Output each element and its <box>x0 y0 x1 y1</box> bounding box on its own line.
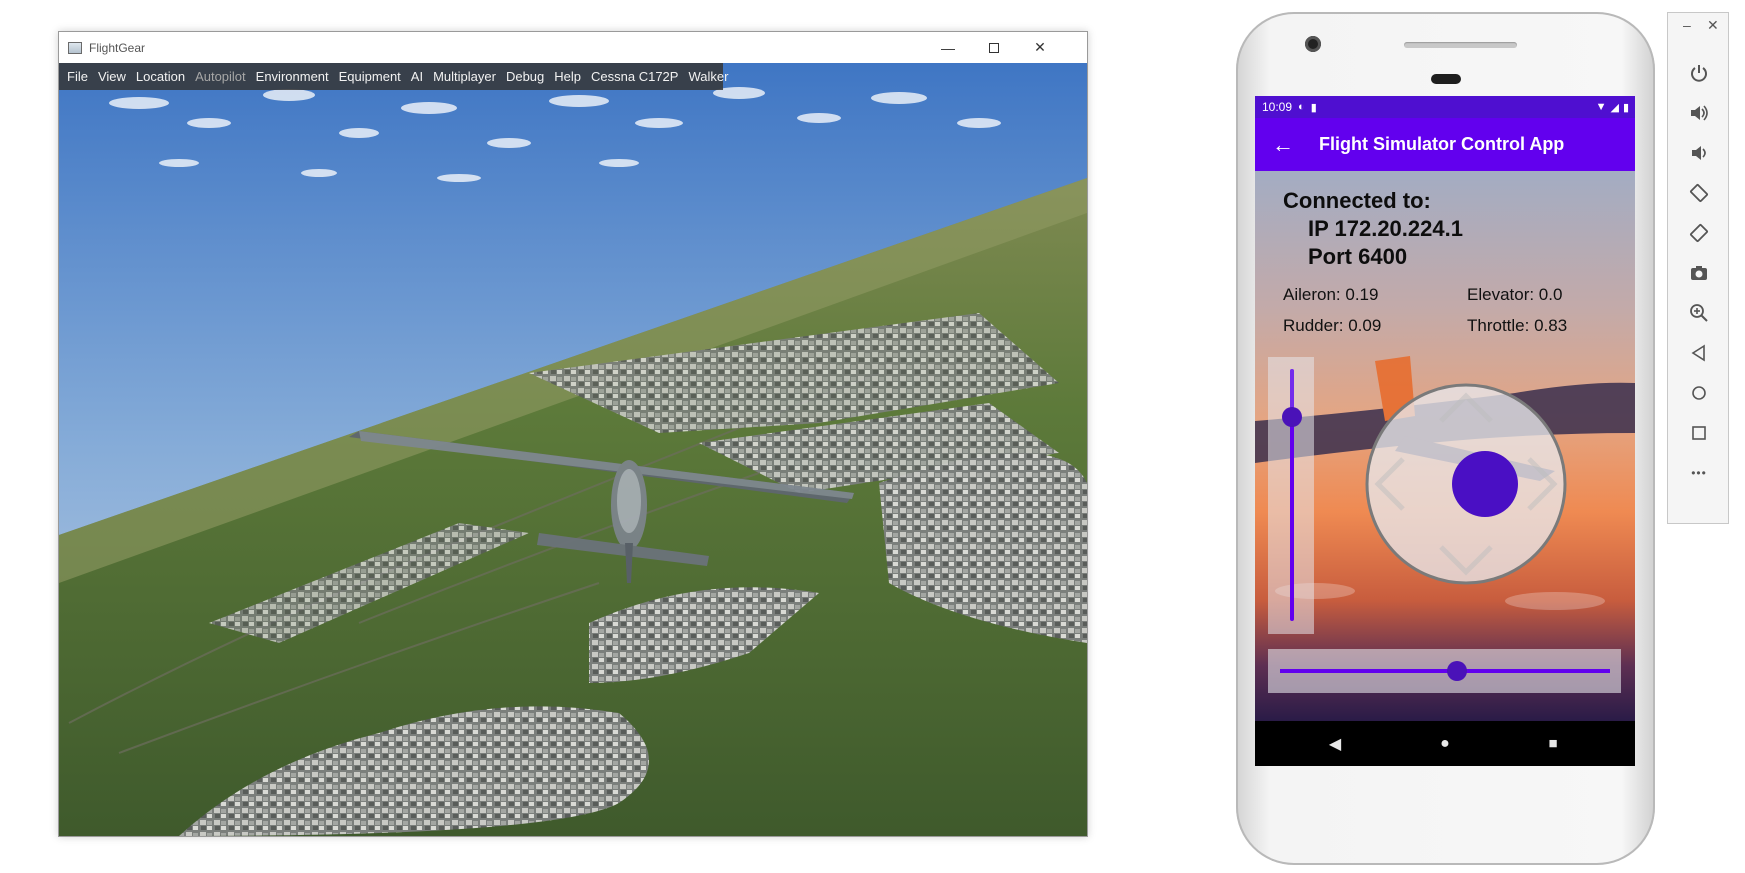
maximize-button[interactable] <box>971 32 1017 63</box>
rotate-left-icon <box>1690 184 1708 202</box>
menu-location[interactable]: Location <box>131 69 190 84</box>
rotate-right-button[interactable] <box>1668 213 1730 253</box>
home-icon <box>1692 386 1706 400</box>
joystick-knob <box>1452 451 1518 517</box>
volume-up-icon <box>1691 105 1708 121</box>
back-arrow-icon[interactable]: ← <box>1255 132 1311 158</box>
proximity-sensor <box>1431 74 1461 84</box>
battery-icon: ▮ <box>1622 101 1629 114</box>
power-button[interactable] <box>1668 53 1730 93</box>
aileron-value: Aileron: 0.19 <box>1283 285 1379 304</box>
phone-screen: 10:09 ◐ ▮ ▼ ◢ ▮ ← Flight Simulator Contr… <box>1255 96 1635 766</box>
back-icon <box>1691 344 1705 362</box>
rudder-slider[interactable] <box>1268 649 1621 693</box>
flight-scene-viewport[interactable]: File View Location Autopilot Environment… <box>59 63 1087 836</box>
nav-home-icon: ● <box>1440 734 1450 752</box>
menu-multiplayer[interactable]: Multiplayer <box>428 69 501 84</box>
status-bar: 10:09 ◐ ▮ ▼ ◢ ▮ <box>1255 96 1635 118</box>
nav-back-icon: ◀ <box>1328 735 1342 753</box>
android-phone-frame: 10:09 ◐ ▮ ▼ ◢ ▮ ← Flight Simulator Contr… <box>1236 12 1655 865</box>
emulator-back-button[interactable] <box>1668 333 1730 373</box>
menu-view[interactable]: View <box>93 69 131 84</box>
throttle-slider[interactable] <box>1268 357 1314 634</box>
connection-label: Connected to: <box>1283 188 1431 213</box>
rotate-right-icon <box>1690 224 1708 242</box>
menu-walker[interactable]: Walker <box>683 69 733 84</box>
volume-down-button[interactable] <box>1668 133 1730 173</box>
android-nav-bar: ◀ ● ■ <box>1255 721 1635 766</box>
app-title: Flight Simulator Control App <box>1319 134 1565 154</box>
flightgear-menubar: File View Location Autopilot Environment… <box>59 63 728 90</box>
menu-help[interactable]: Help <box>549 69 586 84</box>
zoom-icon <box>1690 304 1708 322</box>
flightgear-window: FlightGear — ✕ File View Location Autopi… <box>58 31 1088 837</box>
power-icon <box>1691 65 1707 82</box>
nav-recents-button[interactable]: ■ <box>1523 721 1583 766</box>
nav-back-button[interactable]: ◀ <box>1305 721 1365 766</box>
window-title: FlightGear <box>89 40 146 55</box>
flight-scene <box>59 63 1087 836</box>
rudder-slider-active-track <box>1280 669 1458 673</box>
rudder-value: Rudder: 0.09 <box>1283 316 1382 335</box>
emulator-overview-button[interactable] <box>1668 413 1730 453</box>
screenshot-button[interactable] <box>1668 253 1730 293</box>
flightgear-app-icon <box>68 41 82 54</box>
elevator-value: Elevator: 0.0 <box>1467 285 1563 304</box>
more-icon: ••• <box>1691 466 1707 480</box>
menu-ai[interactable]: AI <box>406 69 428 84</box>
front-camera <box>1305 36 1321 52</box>
zoom-button[interactable] <box>1668 293 1730 333</box>
camera-icon <box>1691 266 1707 280</box>
window-titlebar[interactable]: FlightGear — ✕ <box>59 32 1087 63</box>
menu-file[interactable]: File <box>62 69 93 84</box>
wifi-icon: ▼ <box>1595 101 1607 113</box>
emulator-minimize-button[interactable]: – <box>1683 17 1691 33</box>
throttle-value: Throttle: 0.83 <box>1467 316 1568 335</box>
minimize-icon: — <box>941 39 955 56</box>
close-button[interactable]: ✕ <box>1017 32 1063 63</box>
connection-ip: IP 172.20.224.1 <box>1308 216 1463 241</box>
earpiece-speaker <box>1404 42 1517 48</box>
volume-down-icon <box>1692 146 1706 160</box>
status-time: 10:09 <box>1262 100 1293 114</box>
emulator-close-button[interactable]: ✕ <box>1707 17 1719 34</box>
menu-debug[interactable]: Debug <box>501 69 549 84</box>
emulator-home-button[interactable] <box>1668 373 1730 413</box>
rudder-slider-track <box>1458 669 1610 673</box>
signal-icon: ◢ <box>1610 101 1619 114</box>
overview-icon <box>1692 426 1706 440</box>
app-content: Connected to: IP 172.20.224.1 Port 6400 … <box>1255 171 1635 721</box>
more-button[interactable]: ••• <box>1668 453 1730 493</box>
rotate-left-button[interactable] <box>1668 173 1730 213</box>
emulator-toolbar: – ✕ ••• <box>1667 12 1729 524</box>
menu-environment[interactable]: Environment <box>251 69 334 84</box>
close-icon: ✕ <box>1034 39 1046 55</box>
nav-recents-icon: ■ <box>1548 735 1558 752</box>
maximize-icon <box>989 42 999 53</box>
throttle-slider-thumb[interactable] <box>1282 407 1302 427</box>
menu-autopilot[interactable]: Autopilot <box>190 69 251 84</box>
volume-up-button[interactable] <box>1668 93 1730 133</box>
nav-home-button[interactable]: ● <box>1415 721 1475 766</box>
app-bar: ← Flight Simulator Control App <box>1255 118 1635 171</box>
sync-icon: ◐ <box>1298 101 1305 113</box>
menu-cessna-c172p[interactable]: Cessna C172P <box>586 69 683 84</box>
rudder-slider-thumb[interactable] <box>1447 661 1467 681</box>
menu-equipment[interactable]: Equipment <box>334 69 406 84</box>
connection-port: Port 6400 <box>1308 244 1408 269</box>
joystick[interactable] <box>1365 383 1567 585</box>
minimize-button[interactable]: — <box>925 32 971 63</box>
sd-card-icon: ▮ <box>1310 101 1317 114</box>
